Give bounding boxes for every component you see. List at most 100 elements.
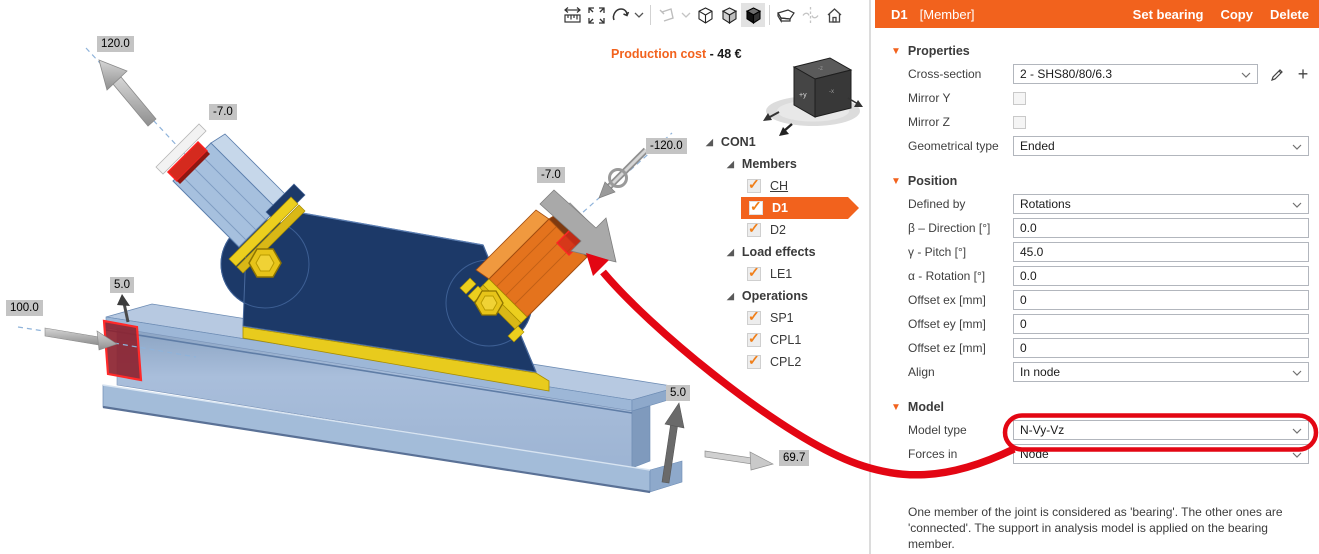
offset-ex-label: Offset ex [mm] — [908, 293, 986, 307]
chevron-down-icon — [1292, 197, 1302, 211]
copy-button[interactable]: Copy — [1220, 7, 1253, 22]
load-label-120: 120.0 — [97, 36, 134, 52]
beta-direction-label: β – Direction [°] — [908, 221, 991, 235]
load-label-100: 100.0 — [6, 300, 43, 316]
expander-icon[interactable]: ◢ — [727, 159, 734, 170]
load-label-minus7-right: -7.0 — [537, 167, 565, 183]
tree-item-label: LE1 — [770, 267, 793, 281]
mirror-z-label: Mirror Z — [908, 115, 950, 129]
tree-group-label: Operations — [741, 289, 808, 303]
defined-by-label: Defined by — [908, 197, 966, 211]
forces-in-dropdown[interactable]: Node — [1013, 444, 1309, 464]
measure-icon[interactable] — [560, 3, 584, 27]
3d-viewport[interactable]: +y -x -z 120.0 -7.0 -120.0 -7.0 5.0 100.… — [0, 0, 870, 554]
model-type-dropdown[interactable]: N-Vy-Vz — [1013, 420, 1309, 440]
tree-item-le1[interactable]: ✓ LE1 — [698, 263, 874, 285]
chevron-down-icon — [1241, 67, 1251, 81]
navigation-cube[interactable]: +y -x -z — [763, 57, 863, 136]
section-model-header[interactable]: ▼ Model — [875, 396, 1319, 418]
cross-section-dropdown[interactable]: 2 - SHS80/80/6.3 — [1013, 64, 1258, 84]
tree-checkbox[interactable]: ✓ — [747, 176, 761, 193]
orbit-icon[interactable] — [608, 3, 632, 27]
tree-checkbox[interactable]: ✓ — [747, 352, 761, 369]
model-type-label: Model type — [908, 423, 967, 437]
toolbar-separator — [650, 5, 651, 25]
expander-icon[interactable]: ◢ — [727, 247, 734, 258]
expander-icon[interactable]: ◢ — [706, 137, 713, 148]
tree-checkbox[interactable]: ✓ — [747, 220, 761, 237]
clipped-view-icon[interactable] — [774, 3, 798, 27]
load-label-5-right: 5.0 — [666, 385, 690, 401]
wireframe-view-icon[interactable] — [693, 3, 717, 27]
set-bearing-button[interactable]: Set bearing — [1133, 7, 1204, 22]
tree-group-load-effects[interactable]: ◢ Load effects — [698, 241, 874, 263]
section-position-header[interactable]: ▼ Position — [875, 170, 1319, 192]
panel-divider — [869, 0, 871, 554]
section-plane-icon[interactable] — [655, 3, 679, 27]
tree-node-label: CON1 — [720, 135, 756, 149]
mirror-z-checkbox[interactable] — [1013, 115, 1026, 129]
chevron-down-icon — [1292, 423, 1302, 437]
tree-checkbox[interactable]: ✓ — [747, 264, 761, 281]
tree-item-label: CPL1 — [770, 333, 802, 347]
offset-ey-label: Offset ey [mm] — [908, 317, 986, 331]
gamma-pitch-input[interactable] — [1013, 242, 1309, 262]
tree-item-d1[interactable]: ✓ D1 — [698, 197, 874, 219]
cross-section-label: Cross-section — [908, 67, 982, 81]
tree-item-label: CH — [770, 179, 789, 193]
offset-ez-input[interactable] — [1013, 338, 1309, 358]
tree-item-label: D2 — [770, 223, 786, 237]
member-d1-diagonal-3d[interactable] — [459, 132, 673, 343]
tree-item-cpl2[interactable]: ✓ CPL2 — [698, 351, 874, 373]
tree-node-con1[interactable]: ◢ CON1 — [698, 131, 874, 153]
bearing-help-text: One member of the joint is considered as… — [908, 505, 1283, 552]
alpha-rotation-label: α - Rotation [°] — [908, 269, 986, 283]
properties-panel: D1 [Member] Set bearing Copy Delete ▼ Pr… — [875, 0, 1319, 554]
geometrical-type-dropdown[interactable]: Ended — [1013, 136, 1309, 156]
forces-in-label: Forces in — [908, 447, 958, 461]
alpha-rotation-input[interactable] — [1013, 266, 1309, 286]
gamma-pitch-label: γ - Pitch [°] — [908, 245, 967, 259]
tree-group-members[interactable]: ◢ Members — [698, 153, 874, 175]
section-properties: ▼ Properties Cross-section 2 - SHS80/80/… — [875, 40, 1319, 158]
offset-ex-input[interactable] — [1013, 290, 1309, 310]
home-view-icon[interactable] — [822, 3, 846, 27]
tree-item-sp1[interactable]: ✓ SP1 — [698, 307, 874, 329]
production-cost-value: 48 € — [717, 47, 742, 61]
beta-direction-input[interactable] — [1013, 218, 1309, 238]
chevron-down-icon: ▼ — [891, 175, 901, 187]
section-plane-options-chevron[interactable] — [679, 3, 693, 27]
load-label-minus120: -120.0 — [646, 138, 687, 154]
defined-by-dropdown[interactable]: Rotations — [1013, 194, 1309, 214]
mirror-view-icon[interactable] — [798, 3, 822, 27]
expander-icon[interactable]: ◢ — [727, 291, 734, 302]
selected-member-type: [Member] — [919, 6, 975, 22]
project-tree: ◢ CON1 ◢ Members ✓ CH ✓ D1 ✓ D2 ◢ Load e… — [698, 131, 874, 373]
section-title: Position — [907, 174, 958, 188]
tree-checkbox[interactable]: ✓ — [747, 330, 761, 347]
defined-by-value: Rotations — [1020, 197, 1071, 211]
zoom-extents-icon[interactable] — [584, 3, 608, 27]
tree-group-operations[interactable]: ◢ Operations — [698, 285, 874, 307]
solid-view-icon[interactable] — [741, 3, 765, 27]
tree-group-label: Members — [741, 157, 797, 171]
offset-ey-input[interactable] — [1013, 314, 1309, 334]
mirror-y-checkbox[interactable] — [1013, 91, 1026, 105]
shaded-view-icon[interactable] — [717, 3, 741, 27]
orbit-options-chevron[interactable] — [632, 3, 646, 27]
svg-text:+y: +y — [799, 92, 807, 99]
edit-pencil-icon[interactable] — [1268, 65, 1286, 83]
delete-button[interactable]: Delete — [1270, 7, 1309, 22]
add-cross-section-icon[interactable]: + — [1294, 65, 1312, 83]
tree-item-label: SP1 — [770, 311, 794, 325]
align-dropdown[interactable]: In node — [1013, 362, 1309, 382]
geometrical-type-label: Geometrical type — [908, 139, 999, 153]
tree-item-cpl1[interactable]: ✓ CPL1 — [698, 329, 874, 351]
tree-item-ch[interactable]: ✓ CH — [698, 175, 874, 197]
tree-item-d2[interactable]: ✓ D2 — [698, 219, 874, 241]
tree-checkbox[interactable]: ✓ — [749, 201, 763, 215]
bolt-left — [248, 248, 282, 278]
model-type-value: N-Vy-Vz — [1020, 423, 1065, 437]
section-properties-header[interactable]: ▼ Properties — [875, 40, 1319, 62]
tree-checkbox[interactable]: ✓ — [747, 308, 761, 325]
